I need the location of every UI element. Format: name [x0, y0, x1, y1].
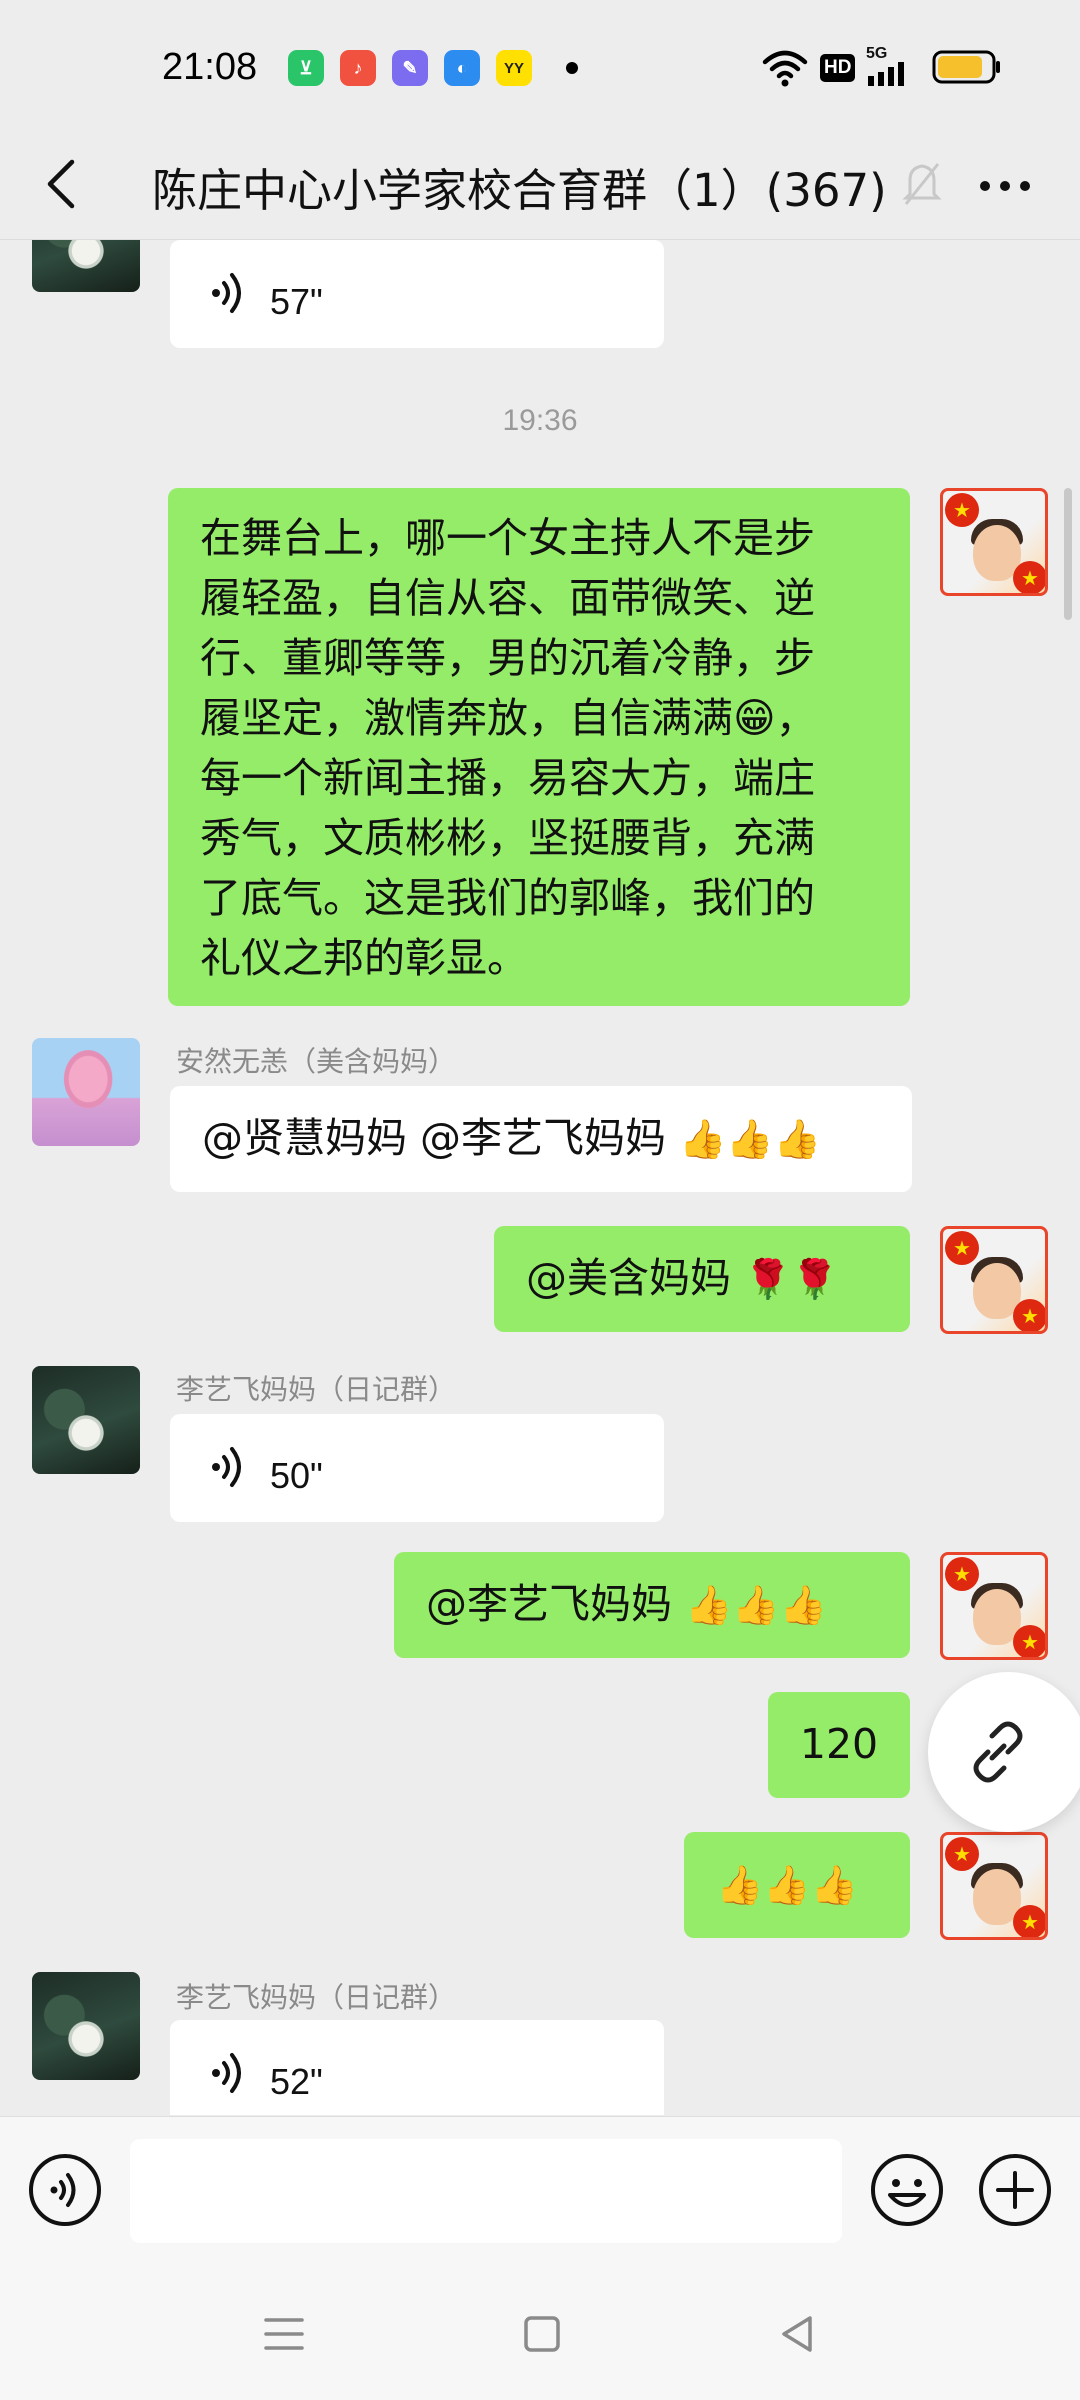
scrollbar[interactable] [1064, 488, 1072, 620]
timestamp: 19:36 [502, 404, 578, 437]
notification-dot [566, 62, 578, 74]
browser-app-icon: ◐ [444, 50, 480, 86]
message-line: 履坚定，激情奔放，自信满满😁， [200, 694, 817, 742]
link-floating-button[interactable] [928, 1672, 1080, 1832]
sender-name: 安然无恙（美含妈妈） [176, 1045, 457, 1078]
message-list[interactable]: 57" 19:36 ★ ★ 在舞台上，哪一个女主持人不是步 履轻盈，自信从容、面… [0, 240, 1080, 2115]
app-icon-green: ⊻ [288, 50, 324, 86]
status-bar: 21:08 ⊻ ♪ ✎ ◐ YY HD 5G [0, 0, 1080, 130]
link-icon [973, 1721, 1023, 1783]
yy-app-icon: YY [496, 50, 532, 86]
thumbs-up-icon: 👍👍👍 [679, 1117, 822, 1161]
voice-wave-icon [212, 2053, 241, 2093]
sender-name: 李艺飞妈妈（日记群） [176, 1981, 457, 2014]
message-text: @贤慧妈妈 @李艺飞妈妈 [202, 1114, 680, 1162]
voice-message[interactable]: 57" [170, 240, 664, 348]
voice-duration: 50" [270, 1455, 323, 1496]
chat-header: 陈庄中心小学家校合育群（1）(367) [0, 130, 1080, 240]
more-options-button[interactable] [975, 158, 1035, 214]
sender-name: 李艺飞妈妈（日记群） [176, 1373, 457, 1406]
home-nav-button[interactable] [514, 2306, 570, 2362]
text-message[interactable]: @美含妈妈 🌹🌹 [494, 1226, 910, 1332]
thumbs-up-icon: 👍👍👍 [716, 1863, 858, 1907]
battery-icon [932, 50, 1000, 84]
message-line: 了底气。这是我们的郭峰，我们的 [200, 874, 815, 922]
avatar[interactable]: ★ ★ [940, 1832, 1048, 1940]
back-nav-button[interactable] [770, 2306, 826, 2362]
back-button[interactable] [34, 154, 94, 214]
text-message[interactable]: 120 [768, 1692, 910, 1798]
avatar[interactable]: ★ ★ [940, 1552, 1048, 1660]
message-text: @李艺飞妈妈 [426, 1580, 686, 1628]
voice-duration: 52" [270, 2061, 323, 2102]
avatar[interactable] [32, 240, 140, 292]
message-input[interactable] [130, 2139, 842, 2243]
avatar[interactable]: ★ ★ [940, 1226, 1048, 1334]
message-line: 秀气，文质彬彬，坚挺腰背，充满 [200, 814, 815, 862]
hd-badge: HD [820, 54, 856, 82]
voice-message[interactable]: 50" [170, 1414, 664, 1522]
menu-nav-button[interactable] [256, 2306, 312, 2362]
message-line: 礼仪之邦的彰显。 [200, 934, 528, 982]
system-nav-bar [0, 2264, 1080, 2400]
signal-icon [868, 62, 904, 86]
avatar[interactable] [32, 1038, 140, 1146]
music-app-icon: ♪ [340, 50, 376, 86]
input-bar [0, 2116, 1080, 2264]
text-message[interactable]: @李艺飞妈妈 👍👍👍 [394, 1552, 910, 1658]
avatar[interactable] [32, 1972, 140, 2080]
message-line: 履轻盈，自信从容、面带微笑、逆 [200, 574, 815, 622]
voice-wave-icon [212, 273, 241, 313]
thumbs-up-icon: 👍👍👍 [685, 1583, 827, 1627]
voice-wave-icon [212, 1447, 241, 1487]
voice-duration: 57" [270, 281, 323, 322]
emoji-button[interactable] [870, 2153, 944, 2227]
mute-bell-icon [902, 163, 942, 205]
wifi-icon [762, 50, 808, 87]
status-time: 21:08 [162, 46, 258, 88]
voice-message[interactable]: 52" [170, 2020, 664, 2115]
message-line: 在舞台上，哪一个女主持人不是步 [200, 514, 815, 562]
message-text: @美含妈妈 [526, 1254, 745, 1302]
voice-input-button[interactable] [28, 2153, 102, 2227]
avatar[interactable] [32, 1366, 140, 1474]
avatar[interactable]: ★ ★ [940, 488, 1048, 596]
message-text: 120 [799, 1720, 879, 1768]
text-message[interactable]: @贤慧妈妈 @李艺飞妈妈 👍👍👍 [170, 1086, 912, 1192]
plus-button[interactable] [978, 2153, 1052, 2227]
rose-icon: 🌹🌹 [744, 1257, 839, 1301]
chat-title: 陈庄中心小学家校合育群（1）(367) [152, 164, 887, 217]
message-line: 每一个新闻主播，易容大方，端庄 [200, 754, 815, 802]
message-line: 行、董卿等等，男的沉着冷静，步 [200, 634, 815, 682]
text-message[interactable]: 在舞台上，哪一个女主持人不是步 履轻盈，自信从容、面带微笑、逆 行、董卿等等，男… [168, 488, 910, 1006]
edit-app-icon: ✎ [392, 50, 428, 86]
emoji-message[interactable]: 👍👍👍 [684, 1832, 910, 1938]
